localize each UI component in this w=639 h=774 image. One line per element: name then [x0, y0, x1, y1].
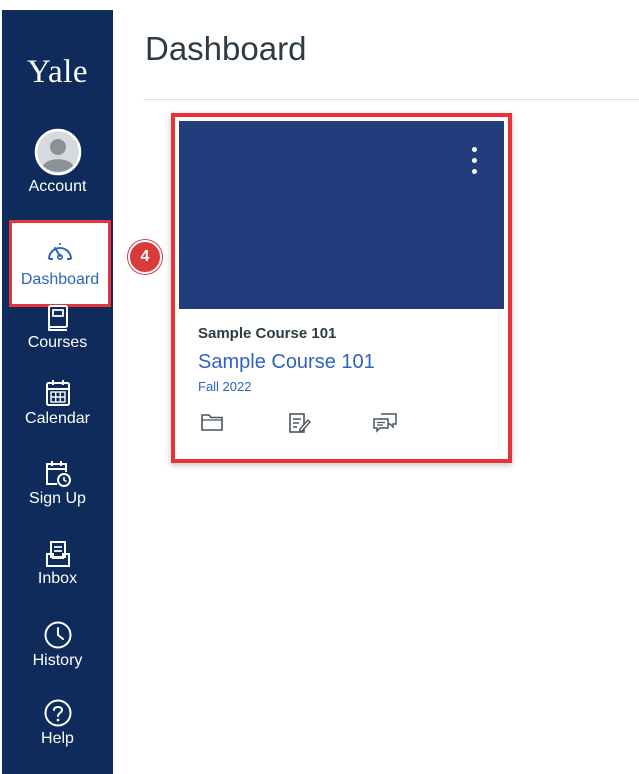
nav-label-history: History	[32, 652, 83, 669]
help-question-icon	[44, 699, 71, 727]
nav-label-dashboard: Dashboard	[20, 271, 100, 288]
nav-item-calendar[interactable]: Calendar	[2, 378, 113, 428]
history-clock-icon	[44, 621, 71, 649]
sign-up-calendar-clock-icon	[45, 461, 71, 487]
assignments-edit-icon[interactable]	[288, 412, 312, 439]
page-title: Dashboard	[145, 30, 307, 67]
calendar-icon	[45, 380, 70, 406]
course-card[interactable]: Sample Course 101 Sample Course 101 Fall…	[171, 113, 512, 463]
step-callout-badge: 4	[128, 240, 162, 274]
course-card-actions	[200, 412, 500, 436]
global-navigation-sidebar: Yale Account Dashboard Courses Calendar …	[2, 10, 113, 774]
nav-item-dashboard[interactable]: Dashboard	[9, 220, 111, 307]
inbox-icon	[45, 541, 70, 567]
dashboard-gauge-icon	[48, 243, 72, 261]
nav-item-help[interactable]: Help	[2, 698, 113, 748]
nav-label-courses: Courses	[27, 334, 88, 351]
nav-item-inbox[interactable]: Inbox	[2, 540, 113, 588]
nav-label-sign-up: Sign Up	[29, 490, 86, 507]
nav-label-help: Help	[41, 730, 74, 747]
yale-logo[interactable]: Yale	[2, 54, 113, 91]
course-card-header-image[interactable]	[179, 121, 504, 309]
card-options-menu-icon[interactable]	[470, 147, 478, 177]
nav-item-history[interactable]: History	[2, 620, 113, 670]
nav-item-courses[interactable]: Courses	[2, 304, 113, 352]
nav-item-sign-up[interactable]: Sign Up	[2, 458, 113, 508]
discussions-chat-icon[interactable]	[372, 412, 398, 439]
nav-label-inbox: Inbox	[37, 570, 78, 587]
nav-item-account[interactable]: Account	[2, 128, 113, 196]
courses-book-icon	[47, 305, 68, 331]
course-card-subtitle: Sample Course 101	[198, 325, 337, 342]
folder-icon[interactable]	[200, 412, 224, 437]
course-card-title-link[interactable]: Sample Course 101	[198, 351, 375, 374]
title-divider	[143, 99, 639, 100]
account-avatar-icon	[34, 128, 81, 176]
nav-label-account: Account	[28, 178, 87, 195]
course-card-term: Fall 2022	[198, 379, 252, 394]
nav-label-calendar: Calendar	[25, 410, 90, 427]
